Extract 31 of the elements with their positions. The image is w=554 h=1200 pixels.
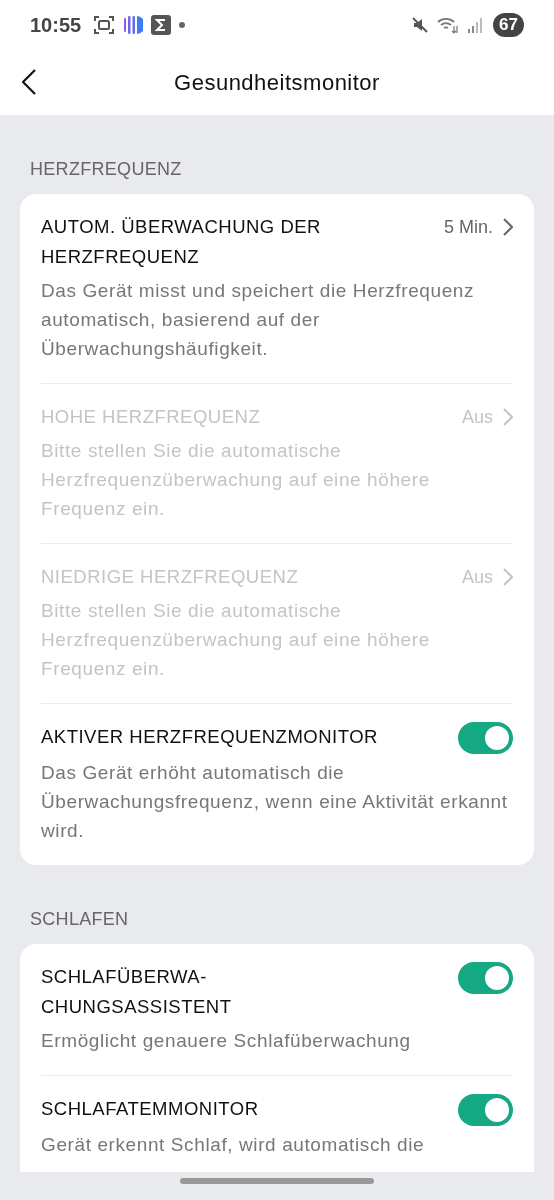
- dot-icon: [179, 22, 186, 28]
- mute-icon: [411, 16, 430, 34]
- page-title: Gesundheitsmonitor: [174, 69, 380, 96]
- section-label: HERZFREQUENZ: [29, 158, 183, 181]
- signal-icon: [467, 16, 484, 34]
- setting-title: SCHLAFÜBERWA-CHUNGSASSISTENT: [41, 965, 233, 1019]
- setting-description: Ermöglicht genauere Schlafüberwachung: [41, 1029, 412, 1053]
- toggle-switch[interactable]: [458, 722, 513, 754]
- chevron-icon: [503, 218, 513, 236]
- sigma-app-icon: [151, 15, 172, 35]
- setting-description: Gerät erkennt Schlaf, wird automatisch die: [41, 1133, 426, 1157]
- section-label: SCHLAFEN: [29, 908, 130, 931]
- screenshot-icon: [93, 15, 116, 35]
- setting-title: HOHE HERZFREQUENZ: [41, 405, 262, 429]
- wifi-icon: [437, 16, 460, 34]
- toggle-switch[interactable]: [458, 962, 513, 994]
- chevron-icon: [503, 568, 513, 586]
- toggle-switch[interactable]: [458, 1094, 513, 1126]
- setting-title: AKTIVER HERZFREQUENZMONITOR: [41, 725, 379, 749]
- status-time: 10:55: [30, 13, 82, 37]
- value-selector[interactable]: 5 Min.: [443, 212, 513, 242]
- chevron-icon: [503, 408, 513, 426]
- setting-title: AUTOM. ÜBERWACHUNG DER HERZFREQUENZ: [41, 215, 322, 269]
- setting-description: Das Gerät misst und speichert die Herzfrequenz automatisch, basierend auf der Überwachungshäufigkeit.: [41, 279, 476, 361]
- battery-indicator: 67: [493, 13, 524, 37]
- app-icon: [123, 15, 144, 35]
- setting-title: NIEDRIGE HERZFREQUENZ: [41, 565, 300, 589]
- setting-description: Das Gerät erhöht automatisch die Überwachungsfrequenz, wenn eine Aktivität erkannt wird.: [41, 761, 509, 843]
- setting-description: Bitte stellen Sie die automatische Herzfrequenzüberwachung auf eine höhere Frequenz ein.: [41, 439, 431, 521]
- setting-title: SCHLAFATEMMONITOR: [41, 1097, 260, 1121]
- setting-description: Bitte stellen Sie die automatische Herzfrequenzüberwachung auf eine höhere Frequenz ein.: [41, 599, 431, 681]
